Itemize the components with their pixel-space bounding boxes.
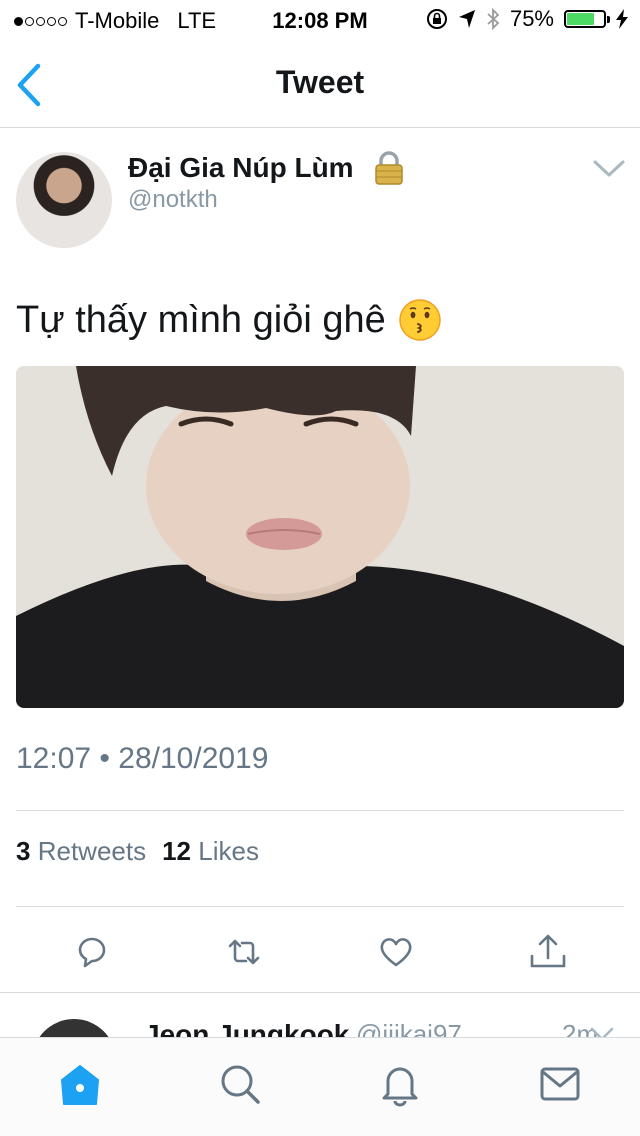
retweets-stat[interactable]: 3 Retweets	[16, 836, 146, 867]
tweet-actions	[0, 922, 640, 978]
bluetooth-icon	[487, 8, 500, 30]
tweet-time: 12:07	[16, 742, 92, 775]
search-icon[interactable]	[216, 1060, 264, 1108]
author-name[interactable]: Đại Gia Núp Lùm	[128, 152, 354, 184]
retweet-icon[interactable]	[224, 932, 264, 972]
tweet-image-photo	[16, 366, 624, 708]
notifications-icon[interactable]	[376, 1060, 424, 1108]
retweets-label: Retweets	[37, 836, 147, 866]
author-avatar[interactable]	[16, 152, 112, 248]
likes-count: 12	[162, 836, 192, 866]
reply-avatar[interactable]	[32, 1019, 116, 1037]
lock-icon	[375, 151, 403, 185]
tweet-text-content: Tự thấy mình giỏi ghê	[16, 298, 386, 341]
share-icon[interactable]	[528, 932, 568, 972]
page-title: Tweet	[275, 64, 365, 100]
reply-author-name: Jeon Jungkook	[144, 1019, 350, 1037]
tweet-stats: 3 Retweets 12 Likes	[16, 836, 259, 867]
tweet-text: Tự thấy mình giỏi ghê	[16, 298, 442, 342]
tweet-image[interactable]	[16, 366, 624, 708]
reply-chevron-down-icon[interactable]	[590, 1027, 614, 1037]
battery-level	[567, 13, 594, 25]
kissing-face-emoji-icon	[399, 299, 441, 341]
likes-stat[interactable]: 12 Likes	[162, 836, 259, 867]
nav-bar: Tweet	[0, 40, 640, 128]
home-icon[interactable]	[56, 1060, 104, 1108]
charging-bolt-icon	[616, 9, 628, 29]
likes-label: Likes	[198, 836, 259, 866]
tweet-timestamp: 12:07 • 28/10/2019	[16, 742, 268, 776]
status-right: 75%	[426, 6, 628, 32]
reply-icon[interactable]	[72, 932, 112, 972]
divider	[16, 906, 624, 907]
divider	[16, 810, 624, 811]
author-handle[interactable]: @notkth	[128, 186, 218, 214]
status-bar: T-Mobile LTE 12:08 PM 75%	[0, 0, 640, 40]
tab-bar	[0, 1037, 640, 1136]
like-icon[interactable]	[376, 932, 416, 972]
tweet-date: 28/10/2019	[118, 742, 269, 775]
chevron-down-icon[interactable]	[592, 158, 626, 180]
location-arrow-icon	[458, 10, 475, 28]
timestamp-separator: •	[99, 742, 110, 775]
reply-author-handle: @jjjkaj97	[356, 1019, 462, 1037]
battery-percent: 75%	[509, 6, 554, 31]
messages-icon[interactable]	[536, 1060, 584, 1108]
retweets-count: 3	[16, 836, 31, 866]
battery-icon	[564, 10, 610, 28]
rotation-lock-icon	[426, 9, 447, 29]
reply-preview[interactable]: Jeon Jungkook @jjjkaj97 2m	[0, 993, 640, 1037]
